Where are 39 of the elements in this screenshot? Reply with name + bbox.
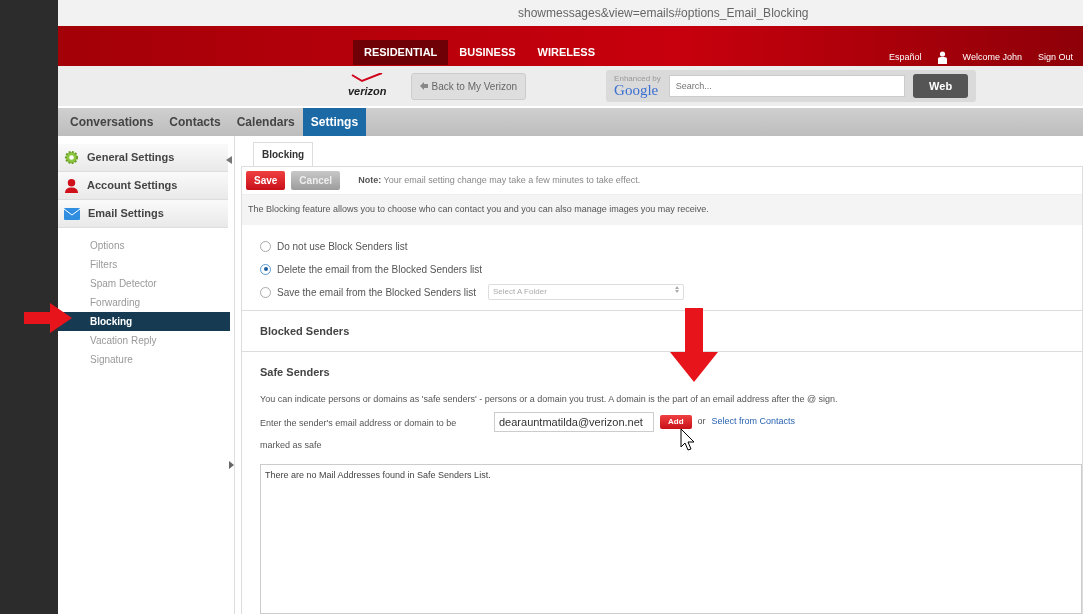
sidebar-item[interactable]: Options [58,236,230,255]
or-text: or [697,415,706,428]
language-link[interactable]: Español [889,50,922,64]
sidebar-item[interactable]: Forwarding [58,293,230,312]
app-tab[interactable]: Contacts [161,108,229,136]
email-field-label: Enter the sender's email address or domain to be marked as safe [260,417,458,452]
back-button[interactable]: Back to My Verizon [410,72,527,100]
logo[interactable]: verizon [348,72,387,100]
sidebar-item[interactable]: Filters [58,255,230,274]
email-field[interactable]: dearauntmatilda@verizon.net [494,412,654,432]
safe-senders-description: You can indicate persons or domains as 'safe senders' - persons or a domain you trust. A domain is the part of an email address after the @ sign. [260,392,839,406]
add-button[interactable]: Add [660,415,692,429]
sign-out-link[interactable]: Sign Out [1037,50,1073,64]
sidebar-item[interactable]: Spam Detector [58,274,230,293]
panel-tab[interactable]: Blocking [253,142,314,166]
option-label: Delete the email from the Blocked Senders list [277,262,483,277]
intro-text: The Blocking feature allows you to choose who can contact you and you can also manage images you may receive. [242,195,1082,225]
option-label: Do not use Block Senders list [277,239,408,254]
note-text: Note: Your email setting change may take a few minutes to take effect. [358,173,641,187]
app-tab[interactable]: Calendars [228,108,303,136]
sidebar-item[interactable]: Signature [58,350,230,369]
settings-section-header[interactable]: Account Settings [58,172,228,200]
web-search-button[interactable]: Web [913,73,969,99]
select-contacts-link[interactable]: Select from Contacts [711,415,796,429]
save-button[interactable]: Save [246,171,286,190]
option-label: Save the email from the Blocked Senders list [277,285,476,300]
sidebar-item[interactable]: Vacation Reply [58,331,230,350]
nav-tab[interactable]: RESIDENTIAL [353,40,449,65]
nav-tab[interactable]: BUSINESS [448,40,527,65]
nav-tab[interactable]: WIRELESS [526,40,607,65]
settings-section-header[interactable]: General Settings [58,144,228,172]
safe-senders-list: There are no Mail Addresses found in Safe Senders List. [260,464,1082,614]
search-field[interactable]: Search... [668,75,906,97]
settings-section-header[interactable]: Email Settings [58,200,228,228]
app-tab[interactable]: Conversations [62,108,162,136]
welcome-text: Welcome John [962,50,1022,64]
app-tab[interactable]: Settings [302,108,367,136]
address-bar[interactable]: showmessages&view=emails#options_Email_Blocking [58,0,1083,26]
sidebar-item[interactable]: Blocking [58,312,230,331]
